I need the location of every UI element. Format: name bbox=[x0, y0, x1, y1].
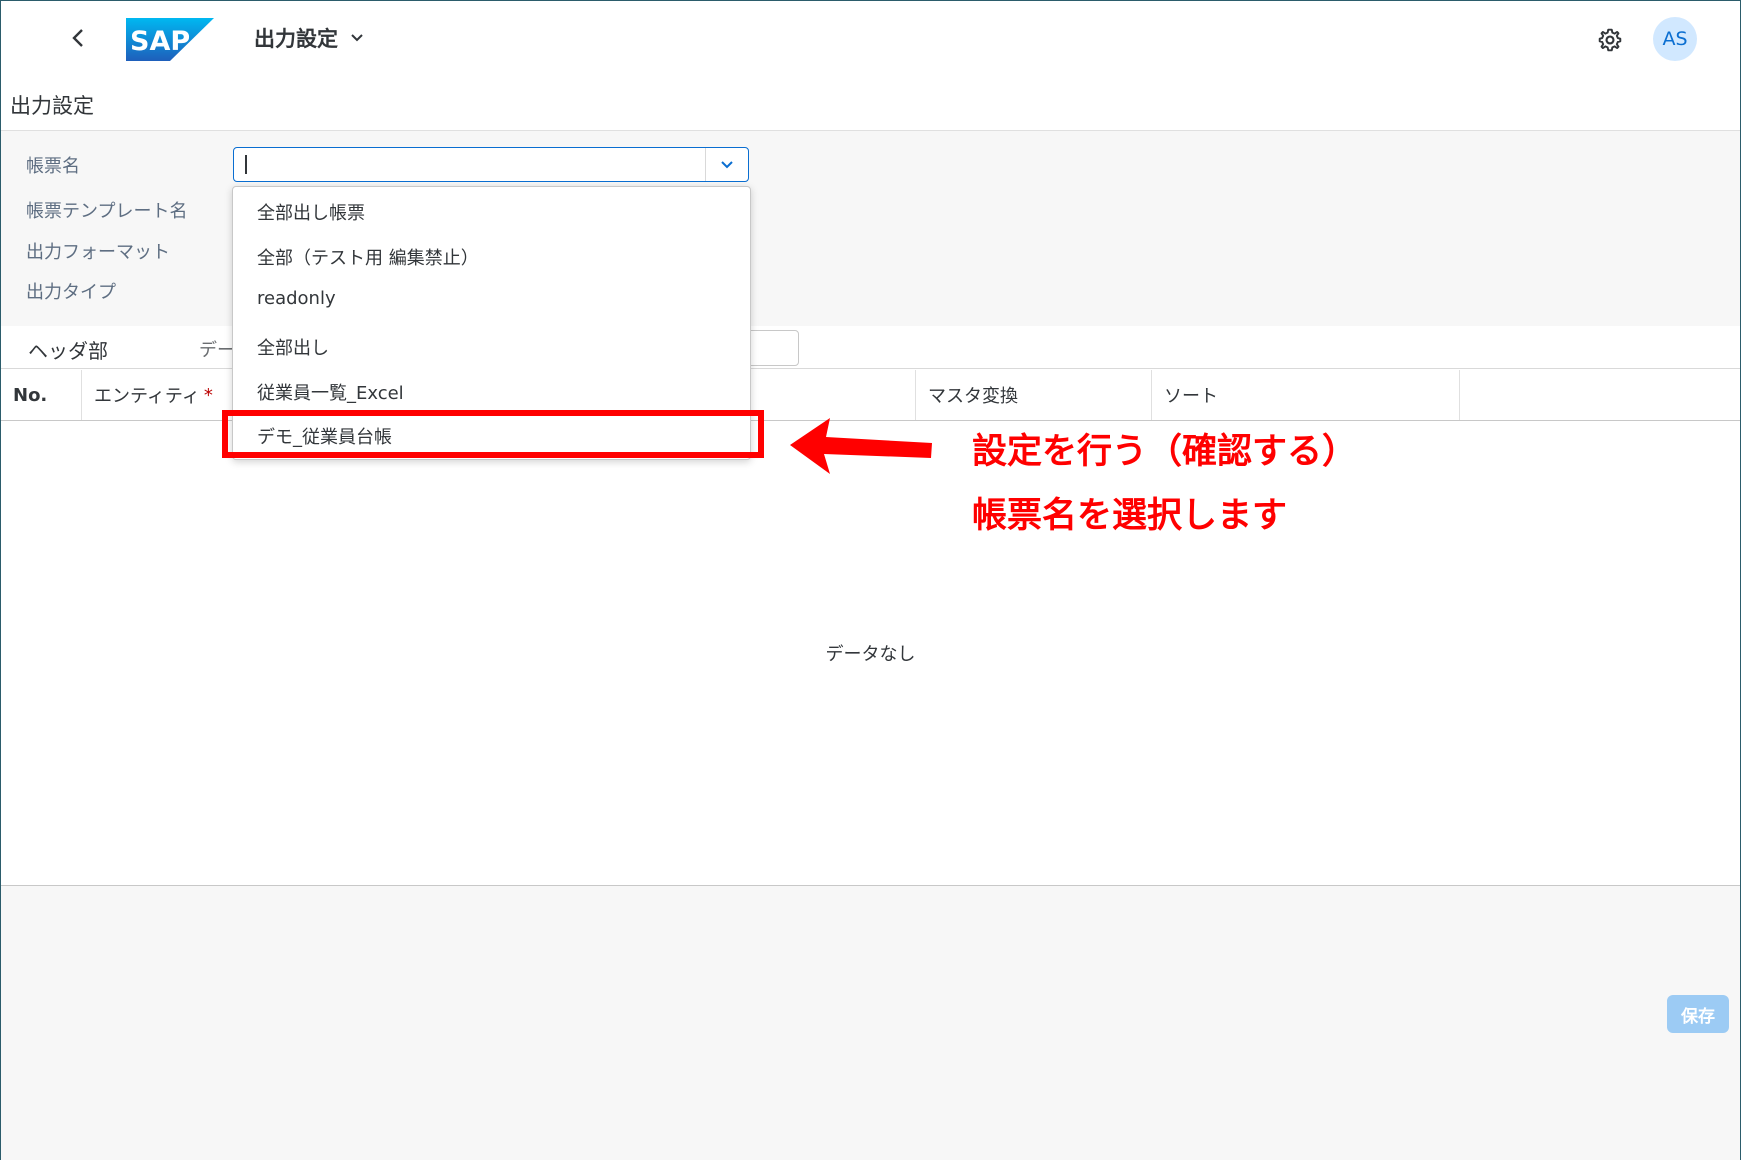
app-title: 出力設定 bbox=[254, 27, 338, 51]
chevron-down-icon bbox=[721, 160, 733, 168]
dropdown-item[interactable]: readonly bbox=[257, 288, 336, 309]
no-data-text: データなし bbox=[825, 644, 916, 665]
annotation-line-1: 設定を行う（確認する） bbox=[972, 432, 1358, 472]
avatar[interactable]: AS bbox=[1653, 17, 1697, 61]
text-cursor bbox=[245, 155, 247, 174]
column-master-conversion: マスタ変換 bbox=[916, 370, 1152, 420]
save-button[interactable]: 保存 bbox=[1667, 995, 1729, 1033]
chevron-left-icon bbox=[72, 29, 83, 47]
highlight-box bbox=[222, 410, 764, 458]
arrow-left-icon bbox=[790, 418, 932, 474]
report-name-combobox[interactable] bbox=[233, 147, 749, 182]
dropdown-item[interactable]: 全部出し帳票 bbox=[257, 199, 365, 225]
column-sort: ソート bbox=[1152, 370, 1460, 420]
column-no: No. bbox=[1, 370, 82, 420]
tab-data-partial[interactable]: デー bbox=[199, 336, 235, 362]
tab-header[interactable]: ヘッダ部 bbox=[28, 335, 108, 364]
chevron-down-icon bbox=[351, 34, 363, 42]
output-type-label: 出力タイプ bbox=[26, 282, 116, 303]
annotation-line-2: 帳票名を選択します bbox=[972, 496, 1288, 536]
required-marker: * bbox=[203, 384, 213, 406]
report-name-label: 帳票名 bbox=[26, 156, 80, 177]
shell-bar: SAP 出力設定 AS bbox=[1, 1, 1740, 76]
svg-text:SAP: SAP bbox=[130, 26, 190, 57]
column-entity-label: エンティティ bbox=[94, 386, 200, 407]
column-master-label: マスタ変換 bbox=[928, 386, 1018, 407]
output-format-label: 出力フォーマット bbox=[26, 242, 170, 263]
column-sort-label: ソート bbox=[1164, 386, 1218, 407]
gear-icon[interactable] bbox=[1597, 27, 1623, 53]
combobox-open-button[interactable] bbox=[705, 148, 748, 181]
dropdown-item[interactable]: 全部出し bbox=[257, 334, 329, 360]
app-title-menu[interactable]: 出力設定 bbox=[254, 23, 364, 53]
page-title: 出力設定 bbox=[10, 94, 94, 118]
dropdown-item[interactable]: 従業員一覧_Excel bbox=[257, 379, 404, 405]
dropdown-item[interactable]: 全部（テスト用 編集禁止） bbox=[257, 244, 479, 270]
footer-area bbox=[1, 885, 1740, 1160]
back-button[interactable] bbox=[63, 23, 93, 53]
report-template-label: 帳票テンプレート名 bbox=[26, 201, 188, 222]
column-no-label: No. bbox=[13, 384, 48, 406]
sap-logo: SAP bbox=[126, 18, 214, 61]
